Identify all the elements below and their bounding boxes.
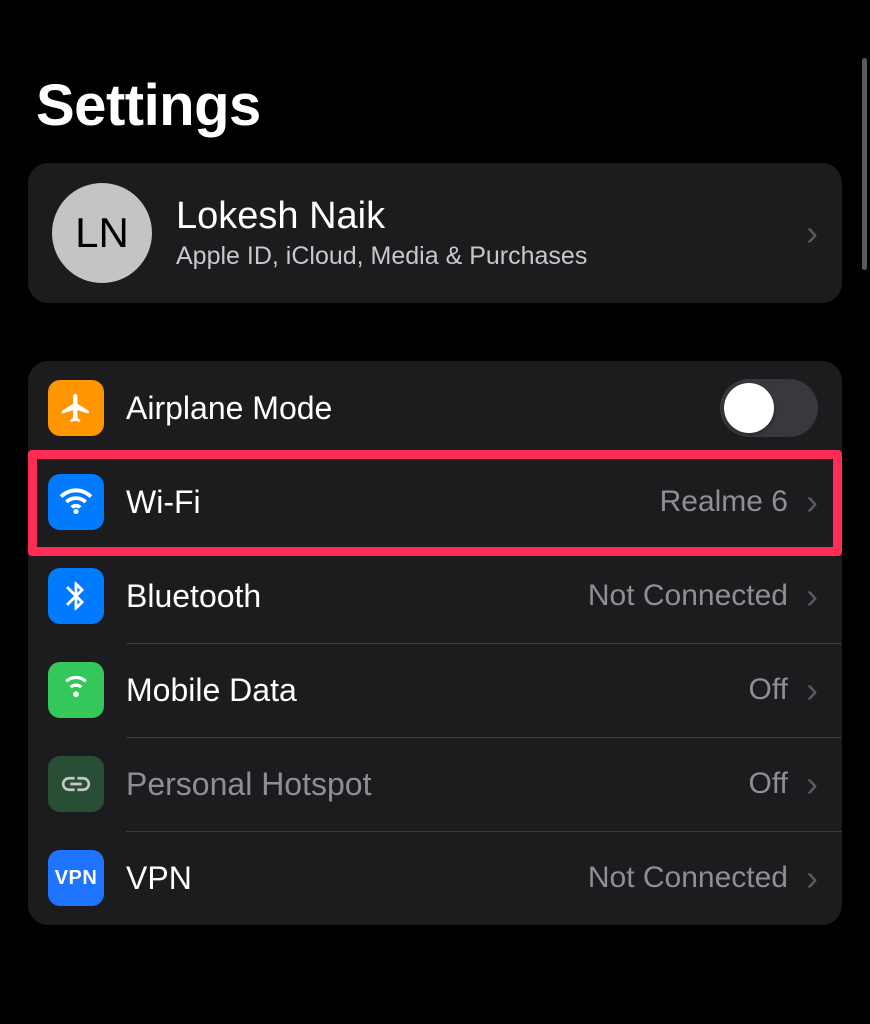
row-mobile-data[interactable]: Mobile Data Off › [28, 643, 842, 737]
bluetooth-icon [48, 568, 104, 624]
row-label: VPN [126, 860, 570, 897]
settings-group-network: Airplane Mode Wi-Fi Realme 6 › Bluetooth… [28, 361, 842, 925]
row-value: Not Connected [588, 579, 788, 613]
cellular-icon [48, 662, 104, 718]
row-label: Airplane Mode [126, 390, 702, 427]
wifi-icon [48, 474, 104, 530]
row-personal-hotspot[interactable]: Personal Hotspot Off › [28, 737, 842, 831]
row-value: Not Connected [588, 861, 788, 895]
airplane-toggle[interactable] [720, 379, 818, 437]
profile-text: Lokesh Naik Apple ID, iCloud, Media & Pu… [176, 195, 782, 271]
profile-name: Lokesh Naik [176, 195, 782, 238]
profile-subtitle: Apple ID, iCloud, Media & Purchases [176, 242, 782, 271]
row-wifi[interactable]: Wi-Fi Realme 6 › [28, 455, 842, 549]
scrollbar[interactable] [862, 58, 867, 270]
row-airplane-mode[interactable]: Airplane Mode [28, 361, 842, 455]
profile-row[interactable]: LN Lokesh Naik Apple ID, iCloud, Media &… [28, 163, 842, 303]
avatar: LN [52, 183, 152, 283]
chevron-right-icon: › [806, 763, 818, 805]
row-value: Off [749, 673, 788, 707]
airplane-icon [48, 380, 104, 436]
row-bluetooth[interactable]: Bluetooth Not Connected › [28, 549, 842, 643]
toggle-knob [724, 383, 774, 433]
row-label: Wi-Fi [126, 484, 642, 521]
vpn-badge-text: VPN [55, 867, 98, 890]
page-title: Settings [0, 0, 870, 163]
chevron-right-icon: › [806, 669, 818, 711]
chevron-right-icon: › [806, 857, 818, 899]
row-vpn[interactable]: VPN VPN Not Connected › [28, 831, 842, 925]
row-label: Mobile Data [126, 672, 731, 709]
row-label: Personal Hotspot [126, 766, 731, 803]
row-value: Off [749, 767, 788, 801]
row-label: Bluetooth [126, 578, 570, 615]
chevron-right-icon: › [806, 575, 818, 617]
row-value: Realme 6 [660, 485, 788, 519]
chevron-right-icon: › [806, 212, 818, 254]
link-icon [48, 756, 104, 812]
vpn-icon: VPN [48, 850, 104, 906]
chevron-right-icon: › [806, 481, 818, 523]
